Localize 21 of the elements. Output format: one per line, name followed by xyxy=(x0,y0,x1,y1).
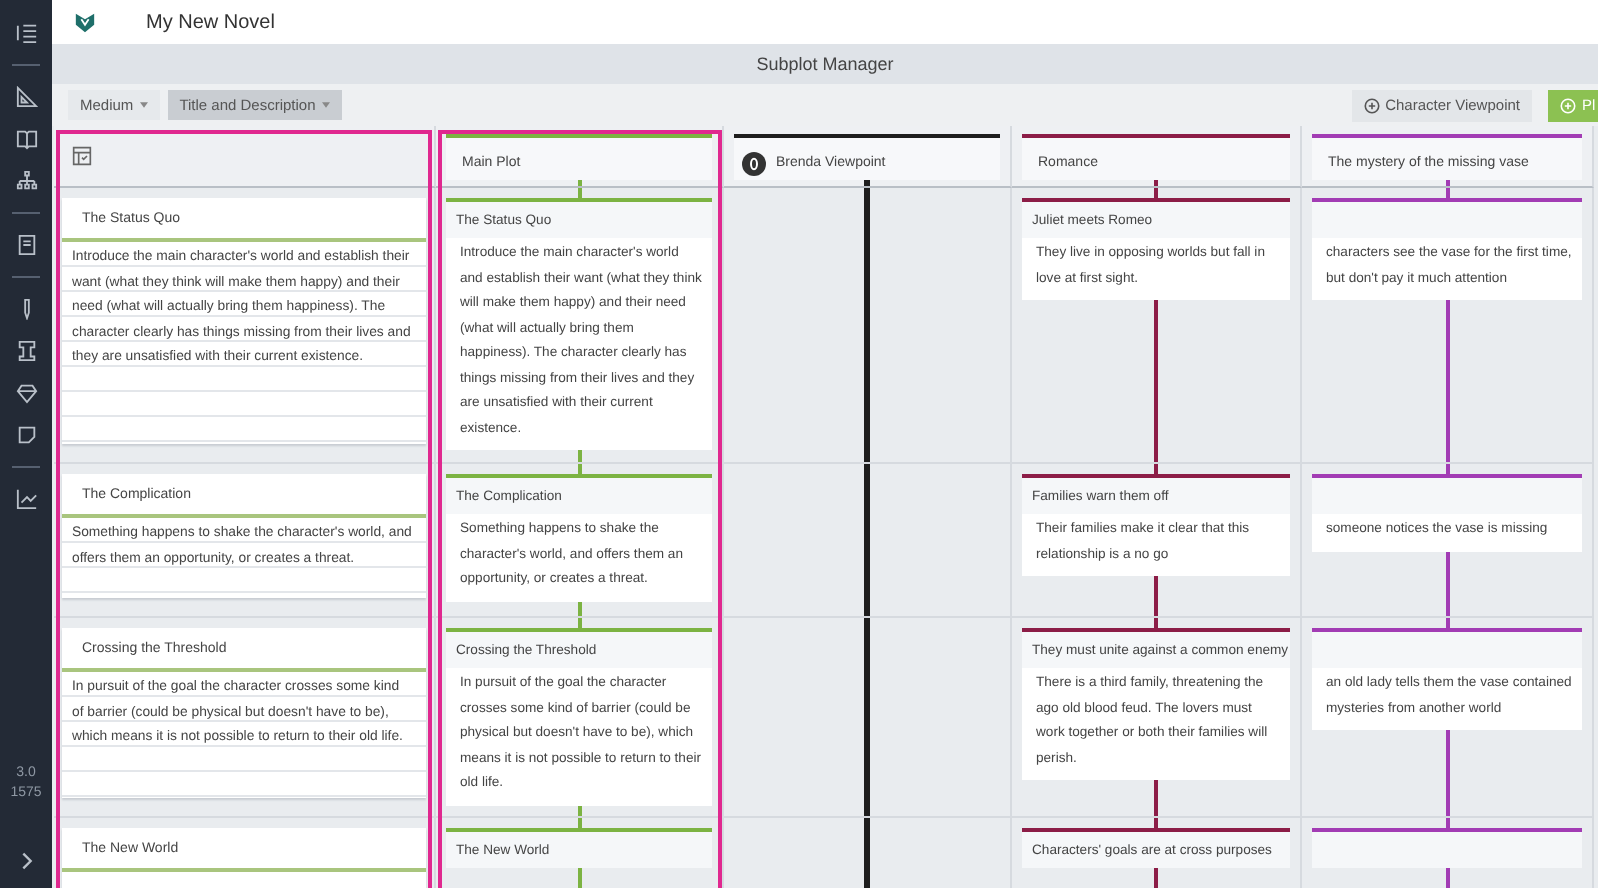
beat-card[interactable] xyxy=(1312,828,1582,868)
caret-icon xyxy=(139,102,148,108)
beat-card[interactable] xyxy=(446,198,712,450)
project-title: My New Novel xyxy=(146,11,275,33)
book-icon[interactable] xyxy=(15,128,37,150)
note-icon[interactable] xyxy=(15,424,37,446)
list-icon[interactable] xyxy=(15,22,37,44)
ruler-icon[interactable] xyxy=(15,86,37,108)
page-title: Subplot Manager xyxy=(756,54,894,74)
hierarchy-icon[interactable] xyxy=(15,170,37,192)
diamond-icon[interactable] xyxy=(15,382,37,404)
avatar-icon xyxy=(742,151,766,175)
logo-icon xyxy=(74,11,96,33)
board-icon[interactable] xyxy=(72,146,92,166)
add-icon xyxy=(1560,97,1576,113)
tower-icon[interactable] xyxy=(15,340,37,362)
notebook-icon[interactable] xyxy=(15,234,37,256)
chart-icon[interactable] xyxy=(15,488,37,510)
caret-icon xyxy=(321,102,330,108)
outline-card[interactable] xyxy=(62,198,426,444)
add-icon xyxy=(1363,97,1380,113)
